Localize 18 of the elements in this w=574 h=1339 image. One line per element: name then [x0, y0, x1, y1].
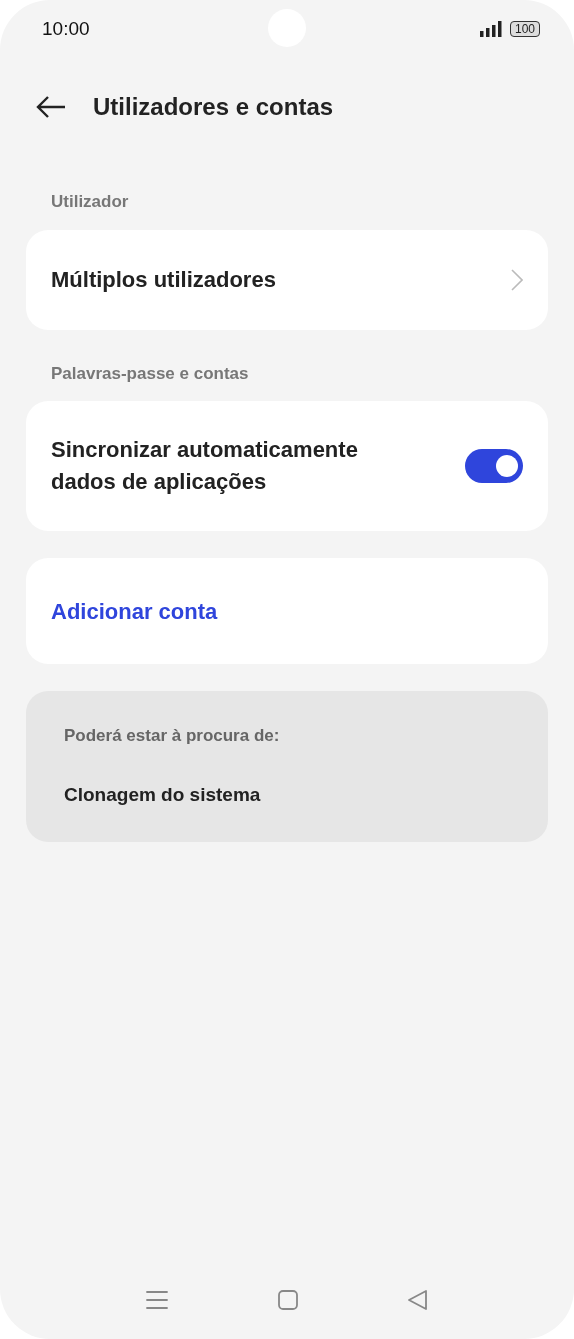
- back-arrow-icon[interactable]: [36, 96, 66, 118]
- page-title: Utilizadores e contas: [93, 92, 334, 122]
- battery-indicator: 100: [509, 21, 540, 37]
- settings-row[interactable]: Múltiplos utilizadores: [26, 229, 548, 330]
- row-label: Múltiplos utilizadores: [51, 266, 276, 294]
- section-label: Palavras-passe e contas: [50, 362, 250, 385]
- signal-icon: [479, 21, 502, 37]
- back-icon[interactable]: [408, 1290, 428, 1310]
- home-icon[interactable]: [278, 1290, 298, 1310]
- status-time: 10:00: [42, 16, 90, 41]
- menu-icon[interactable]: [146, 1290, 168, 1310]
- section-label: Utilizador: [50, 191, 130, 213]
- suggestion-link[interactable]: Clonagem do sistema: [64, 780, 510, 809]
- toggle-switch[interactable]: [465, 449, 523, 483]
- chevron-icon: [511, 268, 523, 291]
- row-label: Sincronizar automaticamente dados de aplicações: [51, 436, 359, 496]
- suggestions-title: Poderá estar à procura de:: [64, 725, 281, 747]
- add-account-button[interactable]: Adicionar conta: [26, 558, 548, 664]
